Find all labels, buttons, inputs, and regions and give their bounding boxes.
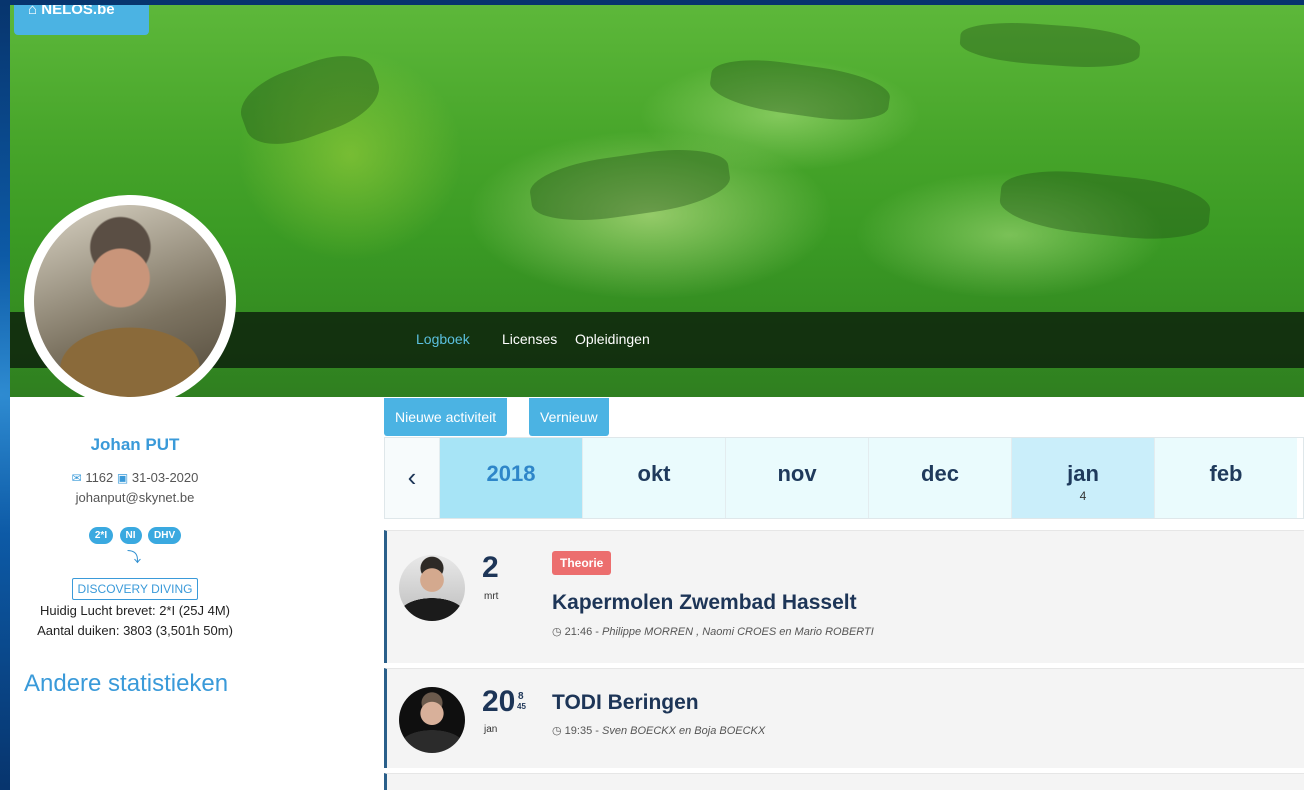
home-icon: ⌂ (28, 5, 42, 18)
current-brevet: Huidig Lucht brevet: 2*I (25J 4M) (39, 603, 231, 618)
month-navigator: ‹ 2018 okt nov dec jan 4 feb (384, 437, 1304, 519)
activity-title[interactable]: Kapermolen Zwembad Hasselt (552, 591, 857, 615)
activity-card[interactable]: 2 mrt Theorie Kapermolen Zwembad Hasselt… (384, 530, 1304, 663)
refresh-button[interactable]: Vernieuw (529, 398, 609, 436)
month-cell-jan[interactable]: jan 4 (1011, 438, 1154, 518)
month-cell-nov[interactable]: nov (725, 438, 868, 518)
month-label: feb (1209, 461, 1243, 486)
tab-opleidingen[interactable]: Opleidingen (575, 331, 650, 347)
activity-time: 21:46 (564, 626, 593, 638)
activity-card[interactable]: 20 8 45 jan TODI Beringen ◷ 19:35 - Sven… (384, 668, 1304, 768)
diver-icon: ⤵ (127, 549, 141, 565)
dive-count: Aantal duiken: 3803 (3,501h 50m) (37, 623, 233, 638)
month-label: nov (777, 461, 817, 486)
activity-participants: Sven BOECKX en Boja BOECKX (601, 725, 766, 737)
month-cell-okt[interactable]: okt (582, 438, 725, 518)
activity-participants: Philippe MORREN , Naomi CROES en Mario R… (601, 626, 874, 638)
month-count: 4 (1079, 489, 1087, 503)
badge-dhv: DHV (148, 527, 182, 544)
profile-email: johanput@skynet.be (75, 490, 195, 505)
activity-time-minute: 45 (517, 702, 526, 711)
participant-avatar (399, 555, 465, 621)
other-stats-link[interactable]: Andere statistieken (24, 670, 228, 698)
brand-label: NELOS.be (41, 5, 115, 18)
home-button[interactable]: ⌂ NELOS.be (14, 5, 149, 35)
participant-avatar (399, 687, 465, 753)
activity-type-tag: Theorie (552, 551, 612, 575)
new-activity-button[interactable]: Nieuwe activiteit (384, 398, 508, 436)
activity-month: jan (484, 724, 498, 735)
profile-avatar (24, 195, 236, 407)
tab-logboek[interactable]: Logboek (416, 331, 470, 347)
avatar-image (34, 205, 226, 397)
brevet-badges: 2*I NI DHV (10, 525, 260, 544)
activity-meta: ◷ 19:35 - Sven BOECKX en Boja BOECKX (552, 725, 766, 737)
member-number: 1162 (85, 470, 114, 485)
activity-time: 19:35 (564, 725, 593, 737)
activity-title[interactable]: TODI Beringen (552, 691, 699, 715)
badge-ni: NI (119, 527, 142, 544)
activity-time-hour: 8 (518, 691, 524, 702)
profile-name: Johan PUT (90, 435, 180, 454)
month-label: okt (637, 461, 671, 486)
activity-month: mrt (484, 591, 499, 602)
badge-2i: 2*I (88, 527, 114, 544)
month-cell-dec[interactable]: dec (868, 438, 1011, 518)
month-cell-year[interactable]: 2018 (439, 438, 582, 518)
activity-card[interactable] (384, 773, 1304, 790)
discovery-diving-badge: DISCOVERY DIVING (72, 578, 198, 600)
member-info: ✉ 1162 ▣ 31-03-2020 (10, 470, 260, 485)
activity-day: 2 (482, 551, 499, 584)
member-date: 31-03-2020 (131, 470, 199, 485)
month-label: dec (921, 461, 959, 486)
envelope-icon: ✉ (71, 471, 82, 485)
activity-day: 20 (482, 685, 516, 718)
tab-licenses[interactable]: Licenses (502, 331, 557, 347)
month-label: jan (1067, 461, 1099, 486)
profile-page: ⌂ NELOS.be Logboek Licenses Opleidingen … (10, 5, 1304, 790)
month-label: 2018 (486, 461, 536, 486)
medical-kit-icon: ▣ (116, 471, 129, 485)
chevron-left-icon[interactable]: ‹ (385, 438, 439, 518)
clock-icon: ◷ (552, 725, 562, 737)
activity-meta: ◷ 21:46 - Philippe MORREN , Naomi CROES … (552, 626, 874, 638)
clock-icon: ◷ (552, 626, 562, 638)
month-cell-feb[interactable]: feb (1154, 438, 1297, 518)
